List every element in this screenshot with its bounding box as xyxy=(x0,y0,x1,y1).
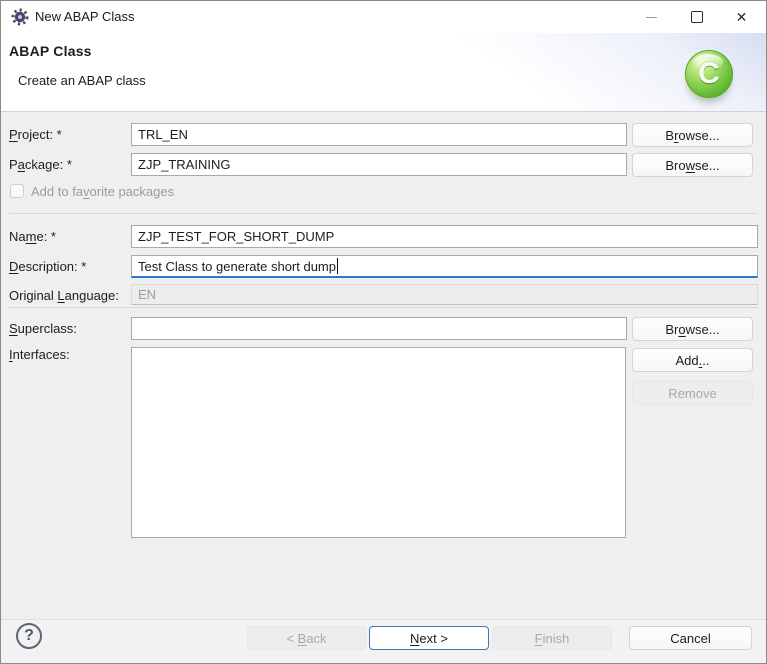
original-language-input: EN xyxy=(131,284,758,305)
separator xyxy=(9,213,758,214)
help-icon: ? xyxy=(24,627,34,644)
minimize-button[interactable] xyxy=(629,1,674,33)
finish-button[interactable]: Finish xyxy=(492,626,612,650)
cancel-button[interactable]: Cancel xyxy=(629,626,752,650)
project-browse-button[interactable]: Browse... xyxy=(632,123,753,147)
new-wizard-gear-icon xyxy=(11,8,29,26)
package-browse-button[interactable]: Browse... xyxy=(632,153,753,177)
package-label: Package: * xyxy=(9,153,72,176)
original-language-label: Original Language: xyxy=(9,284,119,307)
project-input[interactable] xyxy=(131,123,627,146)
back-button[interactable]: < Back xyxy=(247,626,366,650)
wizard-subtitle: Create an ABAP class xyxy=(18,73,146,88)
window-controls: ✕ xyxy=(629,1,764,33)
close-icon: ✕ xyxy=(736,9,748,26)
superclass-label: Superclass: xyxy=(9,317,77,340)
description-label: Description: * xyxy=(9,255,86,278)
wizard-title: ABAP Class xyxy=(9,43,92,59)
interfaces-remove-button[interactable]: Remove xyxy=(632,381,753,405)
wizard-header: ABAP Class Create an ABAP class C xyxy=(1,33,766,112)
help-button[interactable]: ? xyxy=(16,623,42,649)
package-input[interactable] xyxy=(131,153,627,176)
close-button[interactable]: ✕ xyxy=(719,1,764,33)
minimize-icon xyxy=(646,17,657,18)
name-label: Name: * xyxy=(9,225,56,248)
description-input[interactable]: Test Class to generate short dump xyxy=(131,255,758,278)
window-title: New ABAP Class xyxy=(35,1,134,33)
interfaces-add-button[interactable]: Add... xyxy=(632,348,753,372)
favorite-packages-label: Add to favorite packages xyxy=(9,180,174,203)
superclass-browse-button[interactable]: Browse... xyxy=(632,317,753,341)
separator xyxy=(9,307,758,308)
maximize-button[interactable] xyxy=(674,1,719,33)
abap-class-icon: C xyxy=(685,50,733,98)
footer-bar: ? < Back Next > Finish Cancel xyxy=(1,619,766,664)
project-label: Project: * xyxy=(9,123,62,146)
new-abap-class-dialog: New ABAP Class ✕ ABAP Class Create an AB… xyxy=(0,0,767,664)
next-button[interactable]: Next > xyxy=(369,626,489,650)
interfaces-label: Interfaces: xyxy=(9,343,70,366)
maximize-icon xyxy=(691,11,703,23)
interfaces-listbox[interactable] xyxy=(131,347,626,538)
titlebar[interactable]: New ABAP Class ✕ xyxy=(1,1,766,33)
name-input[interactable] xyxy=(131,225,758,248)
text-caret xyxy=(337,258,338,274)
superclass-input[interactable] xyxy=(131,317,627,340)
